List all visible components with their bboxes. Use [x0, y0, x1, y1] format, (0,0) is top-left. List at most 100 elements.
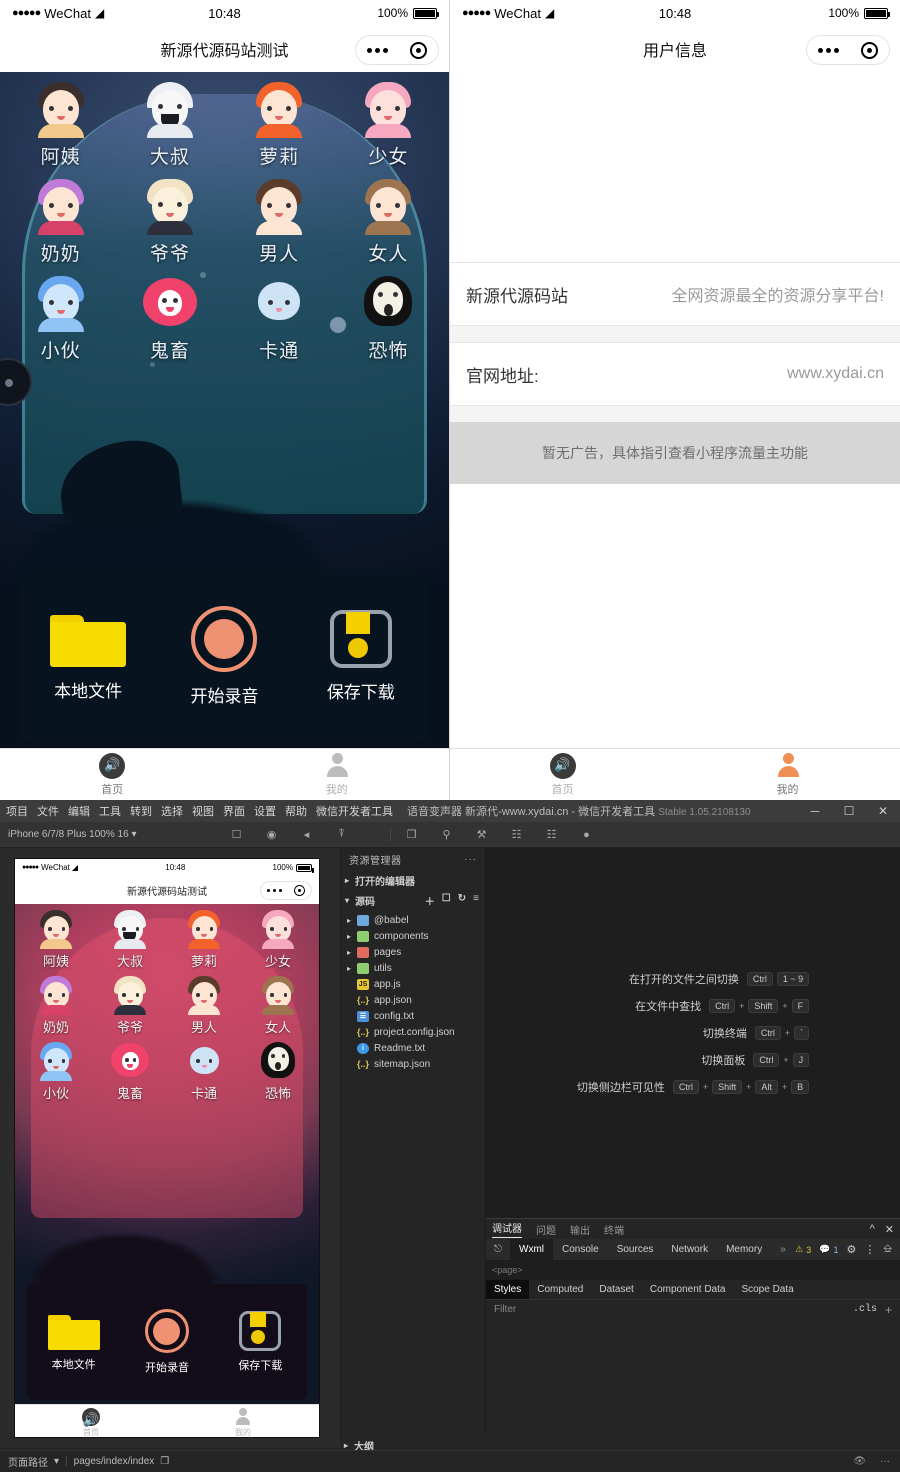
panel-tab-output[interactable]: 输出 — [570, 1222, 590, 1237]
kebab-menu-icon[interactable]: ⋮ — [864, 1243, 875, 1256]
copy-icon[interactable]: ❐ — [160, 1456, 169, 1467]
simulator-device[interactable]: ●●●●● WeChat ◢ 10:48 100% 新源代源码站测试 阿姨 大叔… — [14, 858, 320, 1438]
chevron-down-icon[interactable]: ▾ — [54, 1456, 59, 1467]
voice-item[interactable]: 男人 — [225, 173, 334, 266]
more-icon[interactable]: ··· — [880, 1456, 890, 1467]
chevron-up-icon[interactable]: ^ — [870, 1223, 875, 1236]
menu-devtools[interactable]: 微信开发者工具 — [316, 803, 393, 819]
new-file-icon[interactable]: ＋ — [425, 893, 435, 908]
subtab-computed[interactable]: Computed — [529, 1280, 591, 1300]
tree-item-sitemap-json[interactable]: {..} sitemap.json — [341, 1056, 485, 1072]
voice-item[interactable]: 萝莉 — [167, 906, 241, 970]
voice-item[interactable]: 少女 — [334, 76, 443, 169]
tree-item-readme-txt[interactable]: i Readme.txt — [341, 1040, 485, 1056]
tree-item-config-txt[interactable]: ☰ config.txt — [341, 1008, 485, 1024]
tree-item-pages[interactable]: ▸ pages — [341, 944, 485, 960]
tree-item-app-json[interactable]: {..} app.json — [341, 992, 485, 1008]
layout-icon[interactable]: ☷ — [545, 828, 558, 841]
open-editors-section[interactable]: ▸ 打开的编辑器 — [341, 870, 485, 890]
voice-item[interactable]: 大叔 — [115, 76, 224, 169]
sim-app-screen[interactable]: 阿姨 大叔 萝莉 少女 奶奶 爷爷 男人 女人 小伙 鬼畜 卡通 恐怖 本地文件… — [15, 904, 319, 1404]
menu-view[interactable]: 视图 — [192, 803, 214, 819]
tree-item-project-config-json[interactable]: {..} project.config.json — [341, 1024, 485, 1040]
voice-item[interactable]: 卡通 — [225, 270, 334, 363]
refresh-icon[interactable]: ↻ — [458, 893, 466, 908]
voice-item[interactable]: 鬼畜 — [115, 270, 224, 363]
voice-item[interactable]: 小伙 — [19, 1038, 93, 1102]
filter-input[interactable]: Filter — [494, 1304, 516, 1315]
search-icon[interactable]: ⚲ — [440, 828, 453, 841]
save-download-button[interactable]: 保存下载 — [218, 1311, 302, 1373]
panel-tab-problems[interactable]: 问题 — [536, 1222, 556, 1237]
page-path-label[interactable]: 页面路径 — [8, 1454, 48, 1469]
voice-item[interactable]: 爷爷 — [93, 972, 167, 1036]
voice-item[interactable]: 奶奶 — [19, 972, 93, 1036]
more-icon[interactable]: ··· — [464, 854, 477, 865]
capsule-menu[interactable] — [355, 35, 439, 65]
voice-item[interactable]: 少女 — [241, 906, 315, 970]
chevron-right-icon[interactable]: ▸ — [344, 1441, 354, 1450]
local-files-button[interactable]: 本地文件 — [32, 1312, 116, 1372]
gear-icon[interactable]: ⚙ — [846, 1243, 856, 1256]
tab-wxml[interactable]: Wxml — [510, 1238, 553, 1261]
voice-item[interactable]: 恐怖 — [334, 270, 443, 363]
device-selector[interactable]: iPhone 6/7/8 Plus 100% 16 ▾ — [0, 829, 180, 840]
subtab-dataset[interactable]: Dataset — [591, 1280, 641, 1300]
phone-icon[interactable]: ☐ — [230, 828, 243, 841]
chevron-down-icon[interactable]: ▾ — [131, 829, 136, 840]
tab-memory[interactable]: Memory — [717, 1239, 771, 1261]
voice-item[interactable]: 萝莉 — [225, 76, 334, 169]
voice-item[interactable]: 阿姨 — [6, 76, 115, 169]
close-target-icon[interactable] — [410, 41, 427, 59]
wxml-tree[interactable]: <page> — [486, 1261, 900, 1279]
voice-item[interactable]: 奶奶 — [6, 173, 115, 266]
more-icon[interactable] — [367, 47, 388, 53]
chevron-right-icon[interactable]: ▸ — [347, 964, 357, 973]
panel-tab-terminal[interactable]: 终端 — [604, 1222, 624, 1237]
volume-icon[interactable]: ◂ — [300, 828, 313, 841]
menu-help[interactable]: 帮助 — [285, 803, 307, 819]
info-row[interactable]: 官网地址: www.xydai.cn — [450, 342, 900, 406]
branch-icon[interactable]: ⚒ — [475, 828, 488, 841]
menu-settings[interactable]: 设置 — [254, 803, 276, 819]
tree-item-utils[interactable]: ▸ utils — [341, 960, 485, 976]
extensions-icon[interactable]: ☷ — [510, 828, 523, 841]
tab-sources[interactable]: Sources — [608, 1239, 663, 1261]
voice-item[interactable]: 小伙 — [6, 270, 115, 363]
dock-icon[interactable]: ⎒ — [883, 1243, 892, 1256]
more-icon[interactable] — [818, 47, 839, 53]
tree-item-components[interactable]: ▸ components — [341, 928, 485, 944]
panel-tab-debugger[interactable]: 调试器 — [492, 1220, 522, 1238]
window-icon[interactable]: ⍒ — [335, 828, 348, 841]
tab-home[interactable]: 首页 — [15, 1407, 167, 1438]
chevron-right-icon[interactable]: ▸ — [347, 932, 357, 941]
close-target-icon[interactable] — [861, 41, 878, 59]
subtab-scope-data[interactable]: Scope Data — [733, 1280, 801, 1300]
tab-home[interactable]: 首页 — [0, 752, 225, 797]
start-record-button[interactable]: 开始录音 — [125, 1309, 209, 1375]
capsule-menu[interactable] — [806, 35, 890, 65]
voice-item[interactable]: 鬼畜 — [93, 1038, 167, 1102]
start-record-button[interactable]: 开始录音 — [164, 605, 284, 707]
menu-edit[interactable]: 编辑 — [68, 803, 90, 819]
subtab-styles[interactable]: Styles — [486, 1279, 530, 1300]
more-tabs-icon[interactable]: » — [771, 1239, 795, 1261]
voice-item[interactable]: 女人 — [334, 173, 443, 266]
tab-network[interactable]: Network — [662, 1239, 717, 1261]
chevron-down-icon[interactable]: ▾ — [345, 896, 355, 905]
voice-item[interactable]: 爷爷 — [115, 173, 224, 266]
tree-item-babel[interactable]: ▸ @babel — [341, 912, 485, 928]
tab-mine[interactable]: 我的 — [675, 752, 900, 797]
cls-button[interactable]: .cls — [853, 1304, 877, 1315]
close-icon[interactable]: ✕ — [885, 1223, 894, 1236]
local-files-button[interactable]: 本地文件 — [28, 611, 148, 702]
warning-badge[interactable]: ⚠ 3 — [795, 1244, 811, 1255]
tab-home[interactable]: 首页 — [450, 752, 675, 797]
info-row[interactable]: 新源代源码站 全网资源最全的资源分享平台! — [450, 262, 900, 326]
menu-select[interactable]: 选择 — [161, 803, 183, 819]
inspect-element-icon[interactable]: ⎋ — [486, 1244, 510, 1255]
collapse-icon[interactable]: ≡ — [473, 893, 479, 908]
close-button[interactable]: ✕ — [866, 800, 900, 822]
chevron-right-icon[interactable]: ▸ — [347, 916, 357, 925]
copy-icon[interactable]: ❐ — [405, 828, 418, 841]
